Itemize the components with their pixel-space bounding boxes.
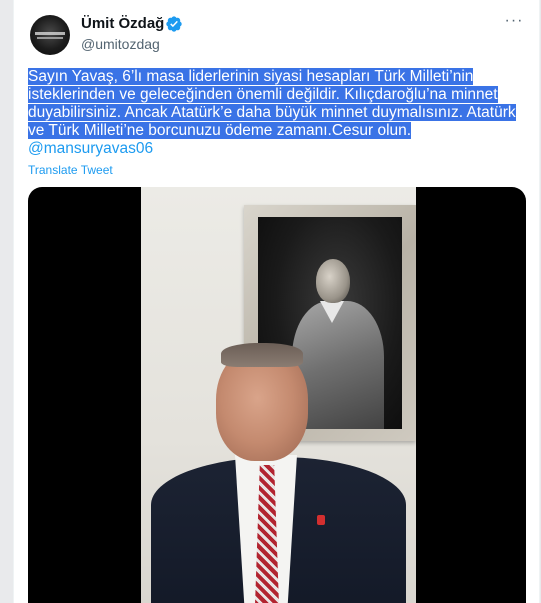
tweet-text-line-1: Sayın Yavaş, 6’lı masa liderlerinin siya… (28, 68, 474, 85)
tweet-card: Ümit Özdağ @umitozdag ··· Sayın Yavaş, 6… (13, 0, 540, 603)
avatar-graphic (35, 32, 65, 35)
mention-link[interactable]: @mansuryavas06 (28, 140, 528, 158)
tweet-text-line-3: duyabilirsiniz. Ancak Atatürk’e daha büy… (28, 104, 516, 121)
more-horizontal-icon[interactable]: ··· (503, 13, 525, 34)
tweet-text: Sayın Yavaş, 6’lı masa liderlerinin siya… (28, 68, 528, 158)
author-handle[interactable]: @umitozdag (81, 35, 160, 53)
video-frame (141, 187, 416, 603)
portrait-figure-head (316, 259, 350, 303)
lapel-pin (317, 515, 325, 525)
tweet-text-line-2: isteklerinden ve geleceğinden önemli değ… (28, 86, 498, 103)
author-avatar[interactable] (30, 15, 70, 55)
tweet-text-line-4: ve Türk Milleti’ne borcunuzu ödeme zaman… (28, 122, 412, 139)
author-display-name[interactable]: Ümit Özdağ (81, 15, 164, 33)
translate-tweet-link[interactable]: Translate Tweet (28, 163, 113, 177)
verified-badge-icon (166, 16, 182, 32)
speaker-hair (221, 343, 303, 367)
avatar-graphic-secondary (37, 37, 63, 39)
video-media[interactable] (28, 187, 526, 603)
